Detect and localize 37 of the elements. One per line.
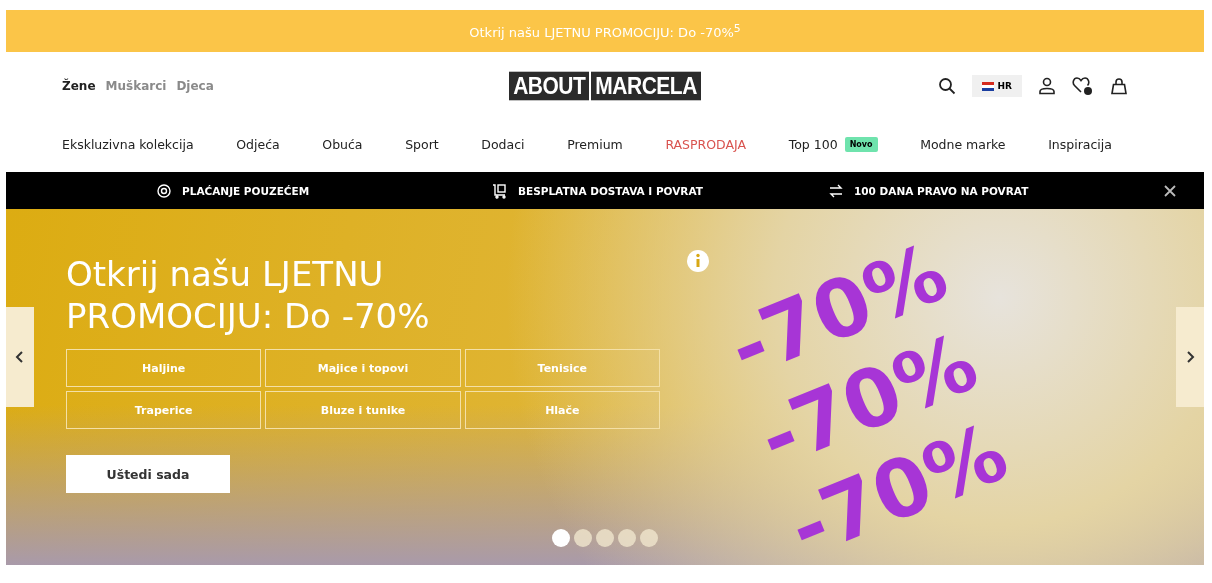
chevron-left-icon: [15, 351, 25, 363]
nav-link[interactable]: Dodaci: [481, 136, 525, 152]
promo-text: Otkrij našu LJETNU PROMOCIJU: Do -70%$^{5}$: [469, 21, 741, 41]
benefit-text: BESPLATNA DOSTAVA I POVRAT: [518, 184, 703, 197]
user-icon[interactable]: [1038, 77, 1056, 95]
info-icon[interactable]: [686, 249, 710, 273]
logo[interactable]: ABOUT MARCELA: [509, 73, 701, 99]
slide-dot[interactable]: [596, 529, 614, 547]
benefit-text: PLAĆANJE POUZEĆEM: [182, 184, 310, 197]
new-badge: Novo: [844, 136, 878, 152]
nav-link[interactable]: Obuća: [322, 136, 363, 152]
slide-dot[interactable]: [552, 529, 570, 547]
nav-link[interactable]: Odjeća: [236, 136, 280, 152]
swap-arrows-icon: [828, 182, 844, 199]
chevron-right-icon: [1185, 351, 1195, 363]
flag-icon: [981, 81, 994, 91]
nav-link[interactable]: Inspiracija: [1048, 136, 1112, 152]
save-now-button[interactable]: Uštedi sada: [66, 455, 230, 493]
heart-icon[interactable]: [1072, 76, 1094, 96]
close-icon[interactable]: [1164, 184, 1176, 197]
nav-link[interactable]: Modne marke: [920, 136, 1006, 152]
language-button[interactable]: HR: [971, 75, 1022, 97]
slide-dot[interactable]: [618, 529, 636, 547]
benefit-text: 100 DANA PRAVO NA POVRAT: [854, 184, 1029, 197]
gender-tab[interactable]: Žene: [62, 79, 96, 93]
nav-link[interactable]: RASPRODAJA: [665, 136, 747, 152]
nav-link[interactable]: Top 100: [788, 136, 838, 152]
hero-title: Otkrij našu LJETNU PROMOCIJU: Do -70%: [66, 253, 431, 337]
search-icon[interactable]: [937, 77, 956, 95]
slide-dot[interactable]: [640, 529, 658, 547]
nav-link[interactable]: Sport: [405, 136, 439, 152]
shopping-bag-icon[interactable]: [1110, 77, 1128, 95]
slide-dot[interactable]: [574, 529, 592, 547]
nav-link[interactable]: Premium: [567, 136, 623, 152]
cart-icon: [492, 182, 508, 199]
cash-icon: [156, 182, 172, 199]
nav-link[interactable]: Ekskluzivna kolekcija: [62, 136, 194, 152]
